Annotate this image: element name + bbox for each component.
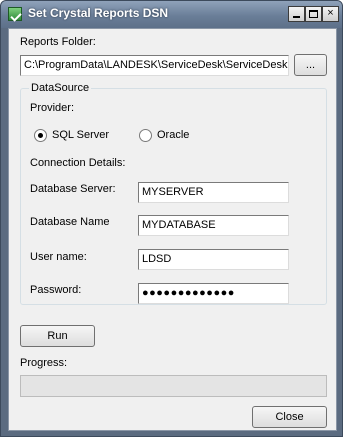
reports-folder-label: Reports Folder: [20, 36, 96, 48]
database-name-input[interactable]: MYDATABASE [138, 215, 289, 236]
minimize-button[interactable] [288, 6, 305, 22]
database-server-label: Database Server: [30, 183, 116, 195]
database-server-input[interactable]: MYSERVER [138, 182, 289, 203]
connection-details-label: Connection Details: [30, 157, 126, 169]
password-input[interactable]: ●●●●●●●●●●●●● [138, 283, 289, 304]
progress-bar [20, 375, 327, 397]
username-label: User name: [30, 251, 87, 263]
close-window-button[interactable]: × [322, 6, 339, 22]
password-label: Password: [30, 284, 82, 296]
close-icon: × [327, 7, 334, 19]
reports-folder-input[interactable]: C:\ProgramData\LANDESK\ServiceDesk\Servi… [20, 55, 289, 76]
dialog-window: Set Crystal Reports DSN × Reports Folder… [0, 0, 343, 437]
browse-button[interactable]: ... [294, 54, 327, 76]
maximize-icon [309, 10, 318, 18]
window-title: Set Crystal Reports DSN [28, 6, 169, 20]
database-name-label: Database Name [30, 216, 110, 228]
app-icon [8, 7, 22, 21]
username-input[interactable]: LDSD [138, 249, 289, 270]
maximize-button[interactable] [305, 6, 322, 22]
title-bar[interactable]: Set Crystal Reports DSN × [1, 1, 342, 28]
radio-button-sql-server[interactable] [34, 129, 47, 142]
dialog-body: Reports Folder: C:\ProgramData\LANDESK\S… [8, 28, 337, 431]
datasource-group-title: DataSource [29, 82, 92, 94]
radio-label-oracle: Oracle [157, 129, 190, 141]
datasource-group: DataSource Provider: SQL Server Oracle C… [20, 82, 327, 305]
radio-button-oracle[interactable] [139, 129, 152, 142]
radio-label-sql-server: SQL Server [52, 129, 110, 141]
provider-label: Provider: [30, 102, 75, 114]
close-button[interactable]: Close [252, 406, 327, 428]
minimize-icon [293, 16, 300, 18]
run-button[interactable]: Run [20, 325, 95, 347]
progress-label: Progress: [20, 357, 68, 369]
